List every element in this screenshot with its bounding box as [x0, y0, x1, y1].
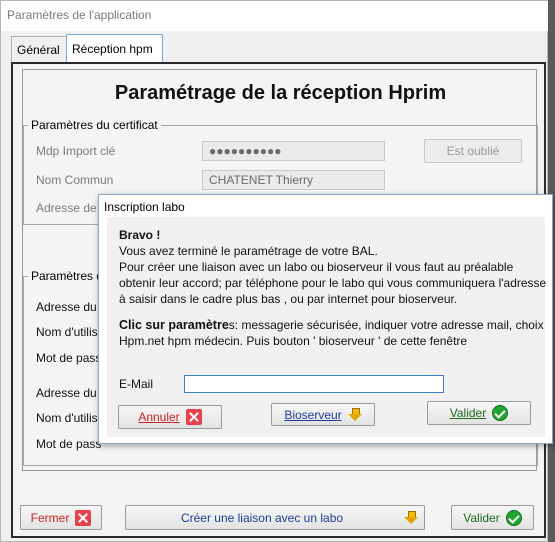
arrow-down-icon [347, 407, 362, 422]
valider-label: Valider [463, 510, 500, 525]
dialog-message-3: Clic sur paramètres: messagerie sécurisé… [119, 317, 547, 349]
adresse-row-2: Adresse du [36, 386, 97, 400]
nom-utilisateur-row-1: Nom d'utilisa [36, 325, 105, 339]
nom-utilisateur-row-2: Nom d'utilisa [36, 411, 105, 425]
clic-parametre-bold: Clic sur paramètre [119, 318, 229, 332]
check-icon [505, 509, 522, 526]
email-label: E-Mail [119, 377, 154, 391]
page-title: Paramétrage de la réception Hprim [114, 82, 447, 104]
fermer-button[interactable]: Fermer [20, 505, 102, 530]
fermer-label: Fermer [30, 510, 70, 525]
close-icon [185, 409, 202, 425]
bioserveur-label: Bioserveur [284, 407, 342, 422]
dialog-valider-label: Valider [449, 406, 487, 420]
mdp-label: Mdp Import clé [36, 144, 116, 158]
title-bar: Paramètres de l'application [1, 1, 549, 31]
tab-general[interactable]: Général [11, 36, 67, 62]
email-input[interactable] [184, 375, 444, 393]
check-icon [492, 405, 509, 421]
creer-liaison-button[interactable]: Créer une liaison avec un labo [125, 505, 425, 530]
window-title: Paramètres de l'application [7, 8, 152, 22]
parametres-legend: Paramètres d [28, 269, 107, 283]
mot-de-passe-row-1: Mot de pass [36, 351, 102, 365]
adresse-row-1: Adresse du [36, 300, 97, 314]
certificat-legend: Paramètres du certificat [28, 118, 161, 132]
dialog-message-2: Pour créer une liaison avec un labo ou b… [119, 260, 547, 306]
creer-liaison-label: Créer une liaison avec un labo [180, 510, 344, 525]
nom-commun-label: Nom Commun [36, 173, 114, 187]
dialog-message-1: Vous avez terminé le paramétrage de votr… [119, 244, 378, 258]
dialog-valider-button[interactable]: Valider [427, 401, 531, 425]
est-oublie-label: Est oublié [446, 144, 500, 158]
adresse-label: Adresse de [36, 201, 97, 215]
mot-de-passe-row-2: Mot de pass [36, 437, 102, 451]
est-oublie-button[interactable]: Est oublié [424, 139, 522, 163]
mdp-field[interactable]: ●●●●●●●●●● [202, 141, 385, 161]
dialog-title: Inscription labo [99, 195, 552, 217]
dialog-body: Bravo ! Vous avez terminé le paramétrage… [107, 217, 547, 437]
close-icon [75, 509, 92, 526]
bravo-heading: Bravo ! [119, 228, 161, 242]
valider-button[interactable]: Valider [451, 505, 534, 530]
tab-reception-hpm[interactable]: Réception hpm [66, 34, 163, 62]
inscription-labo-dialog: Inscription labo Bravo ! Vous avez termi… [98, 194, 553, 444]
arrow-down-icon [404, 510, 418, 525]
annuler-label: Annuler [138, 410, 180, 424]
nom-commun-field[interactable]: CHATENET Thierry [202, 170, 385, 190]
bioserveur-button[interactable]: Bioserveur [271, 403, 375, 426]
annuler-button[interactable]: Annuler [118, 405, 222, 429]
